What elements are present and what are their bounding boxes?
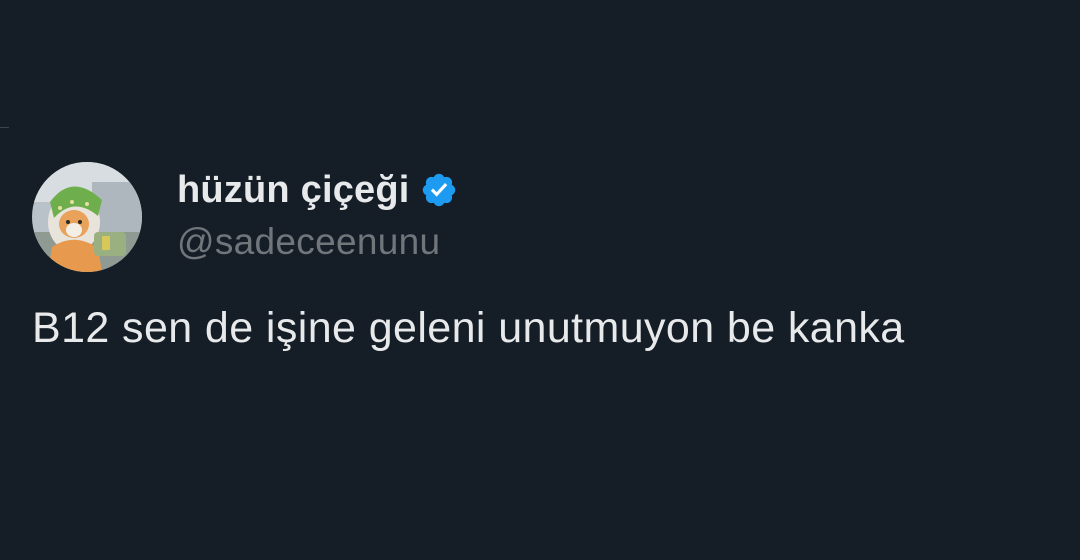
tweet-screenshot: { "tweet": { "author": { "display_name":… xyxy=(0,0,1080,560)
user-handle[interactable]: @sadeceenunu xyxy=(177,220,458,264)
author-names: hüzün çiçeği @sadeceenunu xyxy=(177,162,458,264)
avatar[interactable] xyxy=(32,162,142,272)
cat-avatar-icon xyxy=(32,162,142,272)
tweet-card: hüzün çiçeği @sadeceenunu B12 sen de işi… xyxy=(32,162,1062,354)
tweet-text: B12 sen de işine geleni unutmuyon be kan… xyxy=(32,304,905,352)
divider-edge xyxy=(0,127,9,128)
verified-badge-icon xyxy=(420,171,458,209)
tweet-header: hüzün çiçeği @sadeceenunu xyxy=(32,162,1062,272)
display-name[interactable]: hüzün çiçeği xyxy=(177,168,410,212)
display-name-row: hüzün çiçeği xyxy=(177,168,458,212)
